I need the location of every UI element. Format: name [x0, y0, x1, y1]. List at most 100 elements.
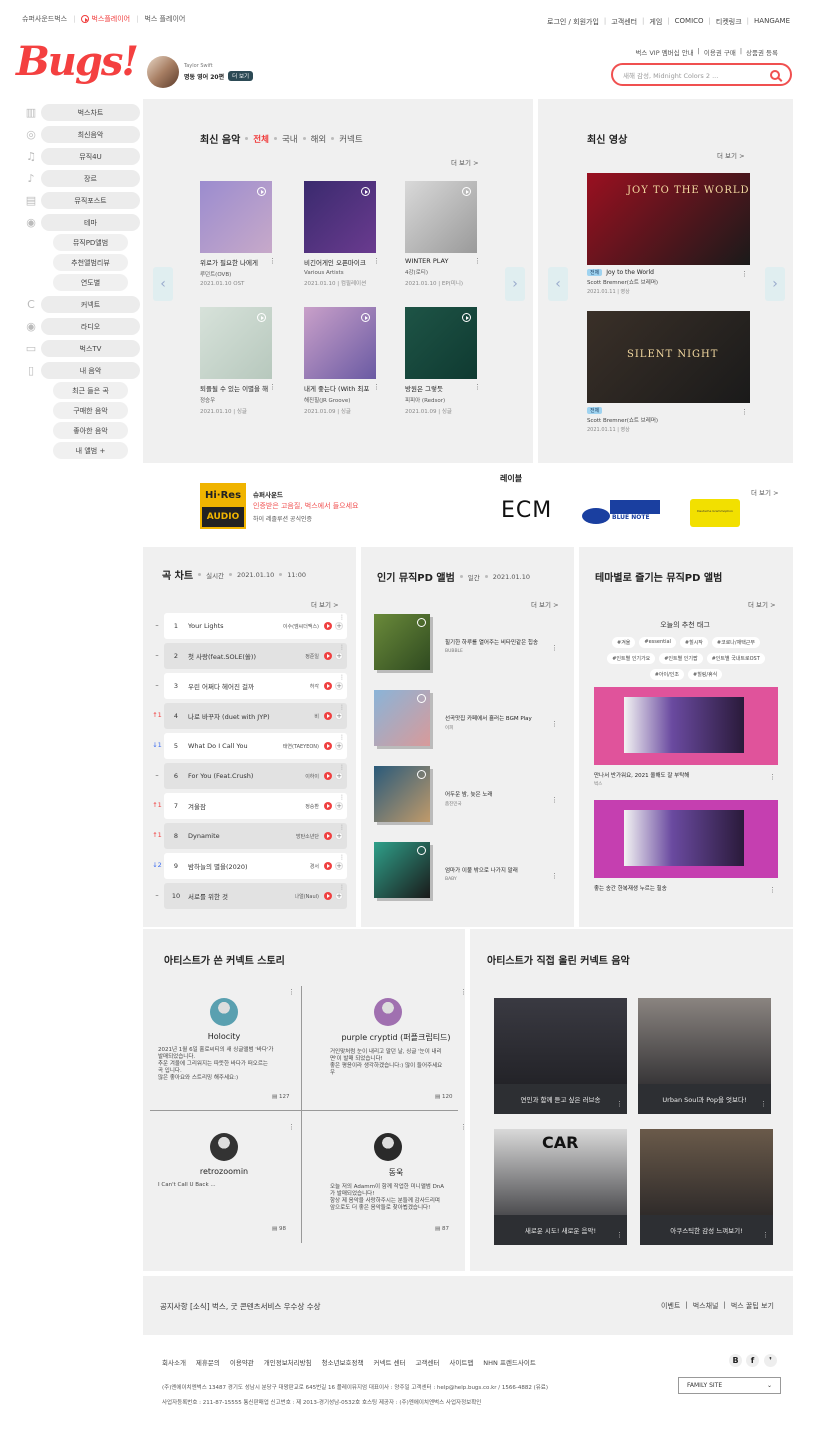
video-thumbnail[interactable]: JOY TO THE WORLD [587, 173, 750, 265]
video-title[interactable]: Joy to the World [606, 269, 654, 276]
more-vertical-icon[interactable]: ⋮ [339, 644, 345, 651]
footer-link[interactable]: 커넥트 센터 [373, 1357, 405, 1367]
play-button[interactable] [324, 772, 332, 780]
play-icon[interactable] [417, 618, 426, 627]
search-icon[interactable] [770, 69, 780, 80]
chart-row[interactable]: 4 나로 바꾸자 (duet with JYP) 비 + ⋮ [164, 703, 347, 729]
story-card[interactable]: purple cryptid (퍼플크립티드) 거인맞처럼 눈이 내리고 말던 날… [330, 998, 462, 1077]
sidebar-item[interactable]: 최근 들은 곡 [22, 382, 140, 399]
blue-note-logo[interactable]: BLUE NOTE [582, 498, 660, 526]
chart-song-title[interactable]: 나로 바꾸자 (duet with JYP) [188, 711, 314, 721]
footer-link[interactable]: NHN 프렌드사이트 [483, 1357, 536, 1367]
chart-song-title[interactable]: 밤하늘의 별을(2020) [188, 861, 310, 871]
pd-album-row[interactable]: 선곡맛집 카페에서 흘러는 BGM Play 이피 ⋮ [374, 690, 558, 750]
more-vertical-icon[interactable]: ⋮ [551, 644, 558, 652]
more-vertical-icon[interactable]: ⋮ [269, 383, 276, 391]
tab-domestic[interactable]: 국내 [282, 133, 298, 145]
chart-song-title[interactable]: What Do I Call You [188, 742, 283, 750]
search-input[interactable]: 새해 감성, Midnight Colors 2 ... [623, 70, 718, 80]
more-vertical-icon[interactable]: ⋮ [474, 383, 481, 391]
story-artist-name[interactable]: retrozoomin [158, 1167, 290, 1176]
pd-more-link[interactable]: 더 보기 > [531, 599, 559, 609]
more-vertical-icon[interactable]: ⋮ [769, 886, 776, 894]
hangame-link[interactable]: HANGAME [754, 17, 790, 27]
footer-link[interactable]: 고객센터 [415, 1357, 439, 1367]
chart-more-link[interactable]: 더 보기 > [311, 599, 339, 609]
buy-pass-link[interactable]: 이용권 구매 [704, 47, 736, 57]
album-artist[interactable]: 4강(로티) [405, 268, 477, 276]
album-cover[interactable] [304, 307, 376, 379]
more-vertical-icon[interactable]: ⋮ [474, 257, 481, 265]
album-title[interactable]: 퇴플될 수 있는 이별을 해 [200, 383, 270, 393]
game-link[interactable]: 게임 [649, 17, 662, 27]
more-vertical-icon[interactable]: ⋮ [460, 988, 467, 996]
tag-chip[interactable]: #겨울 [612, 637, 636, 648]
video-artist[interactable]: Scott Bremner(쇼트 브레머) [587, 416, 750, 424]
play-icon[interactable] [257, 187, 266, 196]
kakao-icon[interactable]: ❜ [764, 1354, 777, 1367]
tag-chip[interactable]: #essential [639, 637, 676, 648]
comico-link[interactable]: COMICO [675, 17, 704, 27]
add-button[interactable]: + [335, 772, 343, 780]
connect-video[interactable]: 아쿠스틱한 감성 느껴보기! ⋮ [640, 1129, 773, 1245]
story-artist-name[interactable]: Holocity [158, 1032, 290, 1041]
latest-next-button[interactable]: › [505, 267, 525, 301]
story-card[interactable]: Holocity 2021년 1월 6일 홀로씨티의 새 싱글앨범 '바다'가 발… [158, 998, 290, 1082]
latest-more-link[interactable]: 더 보기 > [451, 157, 479, 167]
story-artist-name[interactable]: purple cryptid (퍼플크립티드) [330, 1032, 462, 1043]
more-vertical-icon[interactable]: ⋮ [741, 270, 748, 278]
tag-chip[interactable]: #인트별 국내트로OST [706, 653, 765, 664]
play-icon[interactable] [417, 846, 426, 855]
play-icon[interactable] [361, 187, 370, 196]
chart-row[interactable]: 5 What Do I Call You 태연(TAEYEON) + ⋮ [164, 733, 347, 759]
add-button[interactable]: + [335, 652, 343, 660]
album-title[interactable]: WINTER PLAY [405, 257, 475, 265]
more-vertical-icon[interactable]: ⋮ [339, 674, 345, 681]
ticketlink-link[interactable]: 티켓링크 [716, 17, 742, 27]
add-button[interactable]: + [335, 802, 343, 810]
tab-all[interactable]: 전체 [253, 133, 269, 145]
album-card[interactable]: 방원은 그렇듯 피피아 (Redsor) 2021.01.09 | 싱글 ⋮ [405, 307, 481, 415]
play-button[interactable] [324, 892, 332, 900]
video-more-link[interactable]: 더 보기 > [717, 150, 745, 160]
search-bar[interactable]: 새해 감성, Midnight Colors 2 ... [611, 63, 792, 86]
tag-chip[interactable]: #인트별 인기가요 [607, 653, 656, 664]
hires-logo[interactable]: Hi·Res AUDIO [200, 483, 246, 529]
connect-video-caption[interactable]: 아쿠스틱한 감성 느껴보기! [640, 1215, 773, 1245]
more-vertical-icon[interactable]: ⋮ [760, 1100, 767, 1108]
chart-song-title[interactable]: 우린 어쩌다 헤어진 걸까 [188, 681, 310, 691]
album-card[interactable]: 위로가 필요한 나에게 루던트(OVB) 2021.01.10 OST ⋮ [200, 181, 276, 287]
album-card[interactable]: WINTER PLAY 4강(로티) 2021.01.10 | EP(미니) ⋮ [405, 181, 481, 287]
artist-promo[interactable]: Taylor Swift 명동 영어 20편 더 보기 [147, 56, 254, 88]
more-vertical-icon[interactable]: ⋮ [616, 1231, 623, 1239]
video-item[interactable]: JOY TO THE WORLD 전체 Joy to the World Scott … [587, 173, 750, 295]
artist-avatar[interactable] [374, 1133, 402, 1161]
more-vertical-icon[interactable]: ⋮ [339, 824, 345, 831]
player-link[interactable]: 벅스플레이어 [81, 14, 130, 24]
pd-curator[interactable]: BABY [445, 877, 457, 882]
play-button[interactable] [324, 682, 332, 690]
play-button[interactable] [324, 742, 332, 750]
sidebar-item[interactable]: 추천앨범리뷰 [22, 254, 140, 271]
theme-album-cover[interactable] [594, 687, 778, 765]
more-vertical-icon[interactable]: ⋮ [339, 764, 345, 771]
theme-album-cover[interactable] [594, 800, 778, 878]
chart-song-title[interactable]: 첫 사랑(feat.SOLE(쏠)) [188, 651, 305, 661]
sidebar-item[interactable]: ▥ 벅스차트 [22, 104, 140, 121]
chart-song-title[interactable]: Dynamite [188, 832, 296, 840]
connect-video-caption[interactable]: Urban Soul과 Pop을 엇보다! [638, 1084, 771, 1114]
tag-chip[interactable]: #힐링/휴식 [688, 669, 723, 680]
bugs-tips-link[interactable]: 벅스 꿀팁 보기 [731, 1301, 774, 1311]
more-vertical-icon[interactable]: ⋮ [339, 704, 345, 711]
more-vertical-icon[interactable]: ⋮ [339, 734, 345, 741]
video-artist[interactable]: Scott Bremner(쇼트 브레머) [587, 278, 750, 286]
story-text[interactable]: 오늘 저의 Adamm이 함께 작업한 미니앨범 DnA 가 발매되었습니다! … [330, 1184, 462, 1212]
artist-more-button[interactable]: 더 보기 [228, 71, 254, 81]
chart-artist[interactable]: 허각 [310, 683, 319, 690]
more-vertical-icon[interactable]: ⋮ [373, 383, 380, 391]
vip-membership-link[interactable]: 벅스 VIP 멤버십 안내 [635, 47, 693, 57]
more-vertical-icon[interactable]: ⋮ [551, 796, 558, 804]
album-title[interactable]: 내게 좋는다 (With 최포 [304, 383, 374, 393]
chart-row[interactable]: 7 겨울잠 정승환 + ⋮ [164, 793, 347, 819]
more-vertical-icon[interactable]: ⋮ [762, 1231, 769, 1239]
